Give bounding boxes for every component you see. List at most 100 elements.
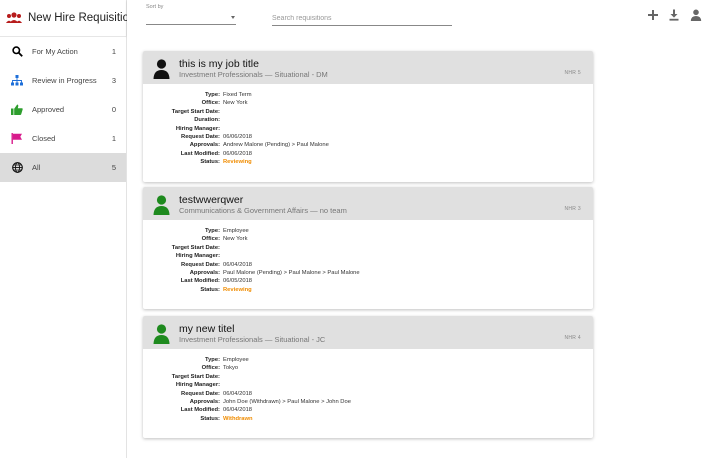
field-label: Last Modified: (180, 407, 220, 414)
sidebar-item-for-my-action[interactable]: For My Action 1 (0, 37, 126, 66)
sidebar: New Hire Requisitions For My Action 1 Re… (0, 0, 141, 458)
field-label: Last Modified: (180, 278, 220, 285)
status-badge: Reviewing (223, 159, 252, 166)
field-label: Office: (201, 100, 220, 107)
sort-label: Sort by (146, 4, 164, 10)
field-label: Status: (200, 415, 220, 422)
field-request-date: Request Date: 06/04/2018 (143, 261, 593, 269)
card-details: Type: Employee Office: New York Target Sta… (143, 220, 593, 294)
field-hiring-manager: Hiring Manager: (143, 252, 593, 260)
sidebar-item-label: For My Action (32, 47, 78, 56)
card-details: Type: Employee Office: Tokyo Target Start … (143, 349, 593, 423)
field-type: Type: Fixed Term (143, 91, 593, 99)
field-type: Type: Employee (143, 227, 593, 235)
field-request-date: Request Date: 06/06/2018 (143, 133, 593, 141)
field-label: Office: (201, 365, 220, 372)
field-value: 06/04/2018 (223, 390, 253, 397)
sidebar-item-label: Review in Progress (32, 76, 97, 85)
field-last-modified: Last Modified: 06/05/2018 (143, 277, 593, 285)
field-label: Hiring Manager: (175, 125, 220, 132)
field-value: 06/06/2018 (223, 150, 253, 157)
card-subtitle: Investment Professionals — Situational -… (179, 335, 326, 344)
field-value: 06/05/2018 (223, 278, 253, 285)
globe-icon (11, 162, 23, 174)
field-label: Last Modified: (180, 150, 220, 157)
card-subtitle: Investment Professionals — Situational -… (179, 70, 328, 79)
field-office: Office: Tokyo (143, 364, 593, 372)
field-label: Approvals: (189, 142, 220, 149)
field-label: Request Date: (181, 133, 220, 140)
sidebar-item-count: 0 (111, 105, 116, 114)
card-title: testwwerqwer (179, 194, 244, 206)
field-value: Tokyo (223, 365, 239, 372)
field-label: Status: (200, 286, 220, 293)
top-toolbar: Sort by (127, 0, 714, 36)
app-header: New Hire Requisitions (0, 0, 141, 36)
field-label: Request Date: (181, 261, 220, 268)
sidebar-item-review-in-progress[interactable]: Review in Progress 3 (0, 66, 126, 95)
requisition-list: this is my job title Investment Professi… (127, 36, 714, 458)
sidebar-item-count: 1 (111, 134, 116, 143)
field-hiring-manager: Hiring Manager: (143, 381, 593, 389)
status-badge: Withdrawn (223, 415, 253, 422)
sort-dropdown[interactable] (146, 12, 236, 25)
field-label: Approvals: (189, 269, 220, 276)
search-input[interactable] (272, 12, 452, 26)
download-icon[interactable] (668, 9, 680, 21)
sidebar-item-approved[interactable]: Approved 0 (0, 95, 126, 124)
sidebar-item-all[interactable]: All 5 (0, 153, 126, 182)
field-value: 06/06/2018 (223, 133, 253, 140)
field-approvals: Approvals: Paul Malone (Pending) > Paul M… (143, 269, 593, 277)
field-label: Approvals: (189, 398, 220, 405)
field-status: Status: Withdrawn (143, 415, 593, 423)
card-title: this is my job title (179, 58, 259, 70)
org-chart-icon (11, 75, 23, 87)
requisition-card[interactable]: this is my job title Investment Professi… (143, 51, 593, 182)
requisition-card[interactable]: my new titel Investment Professionals — … (143, 316, 593, 438)
sidebar-item-label: Closed (32, 134, 56, 143)
card-details: Type: Fixed Term Office: New York Target S… (143, 84, 593, 167)
requisition-card[interactable]: testwwerqwer Communications & Government… (143, 187, 593, 309)
field-value: Employee (223, 228, 249, 234)
field-hiring-manager: Hiring Manager: (143, 125, 593, 133)
field-value: 06/04/2018 (223, 407, 253, 414)
field-request-date: Request Date: 06/04/2018 (143, 390, 593, 398)
sidebar-item-count: 5 (111, 163, 116, 172)
sidebar-nav: For My Action 1 Review in Progress 3 App… (0, 36, 126, 182)
field-approvals: Approvals: John Doe (Withdrawn) > Paul Ma… (143, 398, 593, 406)
card-title: my new titel (179, 323, 235, 335)
requisition-number: NHR 4 (564, 335, 581, 341)
field-type: Type: Employee (143, 356, 593, 364)
field-label: Status: (200, 159, 220, 166)
add-icon[interactable] (647, 9, 659, 21)
field-label: Request Date: (181, 390, 220, 397)
chevron-down-icon (231, 16, 235, 19)
requisition-number: NHR 3 (564, 206, 581, 212)
field-label: Type: (204, 228, 220, 234)
person-icon (153, 59, 170, 79)
field-value: New York (223, 236, 248, 243)
field-label: Type: (204, 92, 220, 98)
sidebar-item-count: 1 (111, 47, 116, 56)
field-label: Hiring Manager: (175, 382, 220, 389)
card-header: my new titel Investment Professionals — … (143, 316, 593, 349)
field-label: Target Start Date: (171, 373, 220, 380)
person-icon (153, 195, 170, 215)
field-value: Employee (223, 357, 249, 363)
card-header: this is my job title Investment Professi… (143, 51, 593, 84)
search-icon (11, 46, 23, 58)
field-office: Office: New York (143, 99, 593, 107)
field-last-modified: Last Modified: 06/06/2018 (143, 150, 593, 158)
card-header: testwwerqwer Communications & Government… (143, 187, 593, 220)
field-value: Fixed Term (223, 92, 252, 98)
field-target-start: Target Start Date: (143, 108, 593, 116)
sidebar-item-label: All (32, 163, 41, 172)
field-duration: Duration: (143, 116, 593, 124)
flag-icon (11, 133, 23, 145)
field-office: Office: New York (143, 235, 593, 243)
account-icon[interactable] (690, 9, 702, 21)
field-status: Status: Reviewing (143, 158, 593, 166)
field-target-start: Target Start Date: (143, 373, 593, 381)
field-label: Office: (201, 236, 220, 243)
sidebar-item-closed[interactable]: Closed 1 (0, 124, 126, 153)
